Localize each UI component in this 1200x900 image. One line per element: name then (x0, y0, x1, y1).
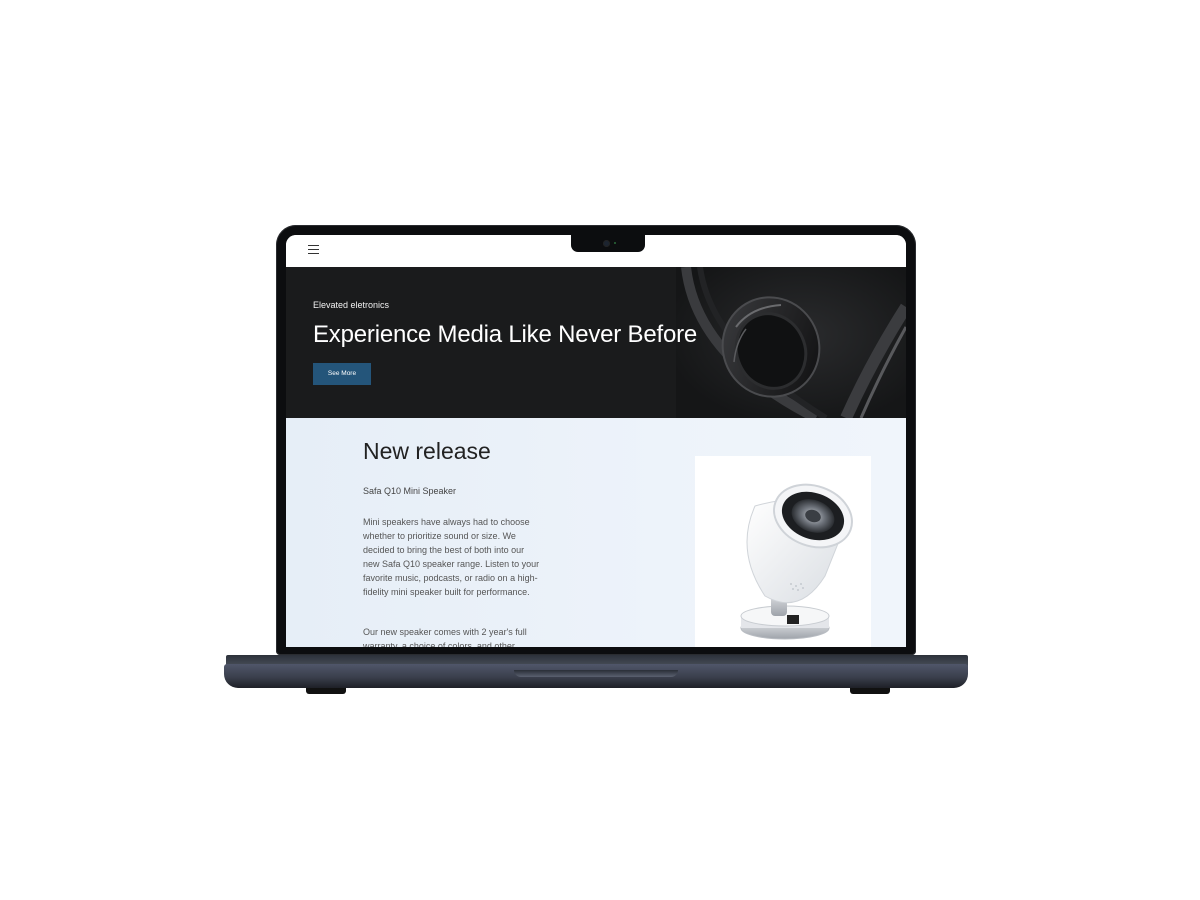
camera-icon (603, 240, 610, 247)
new-release-section: New release Safa Q10 Mini Speaker Mini s… (286, 418, 906, 647)
speaker-image (695, 456, 871, 647)
laptop-foot-left (306, 688, 346, 694)
camera-notch (571, 235, 645, 252)
release-title: New release (363, 438, 491, 464)
see-more-button[interactable]: See More (313, 363, 371, 385)
product-name: Safa Q10 Mini Speaker (363, 486, 457, 496)
laptop-lid: Elevated eletronics Experience Media Lik… (276, 225, 916, 655)
hamburger-menu-icon[interactable] (308, 245, 319, 254)
product-description: Mini speakers have always had to choose … (363, 517, 540, 597)
laptop-opening-notch (514, 670, 678, 677)
laptop-screen: Elevated eletronics Experience Media Lik… (286, 235, 906, 647)
product-warranty-text: Our new speaker comes with 2 year's full… (363, 627, 527, 647)
headphones-image (676, 267, 906, 418)
camera-led (614, 242, 616, 244)
laptop-mockup: Elevated eletronics Experience Media Lik… (0, 0, 1200, 900)
hero-banner: Elevated eletronics Experience Media Lik… (286, 267, 906, 418)
laptop-base (224, 664, 968, 688)
hero-title: Experience Media Like Never Before (313, 321, 698, 348)
laptop-foot-right (850, 688, 890, 694)
hero-eyebrow: Elevated eletronics (313, 300, 390, 310)
